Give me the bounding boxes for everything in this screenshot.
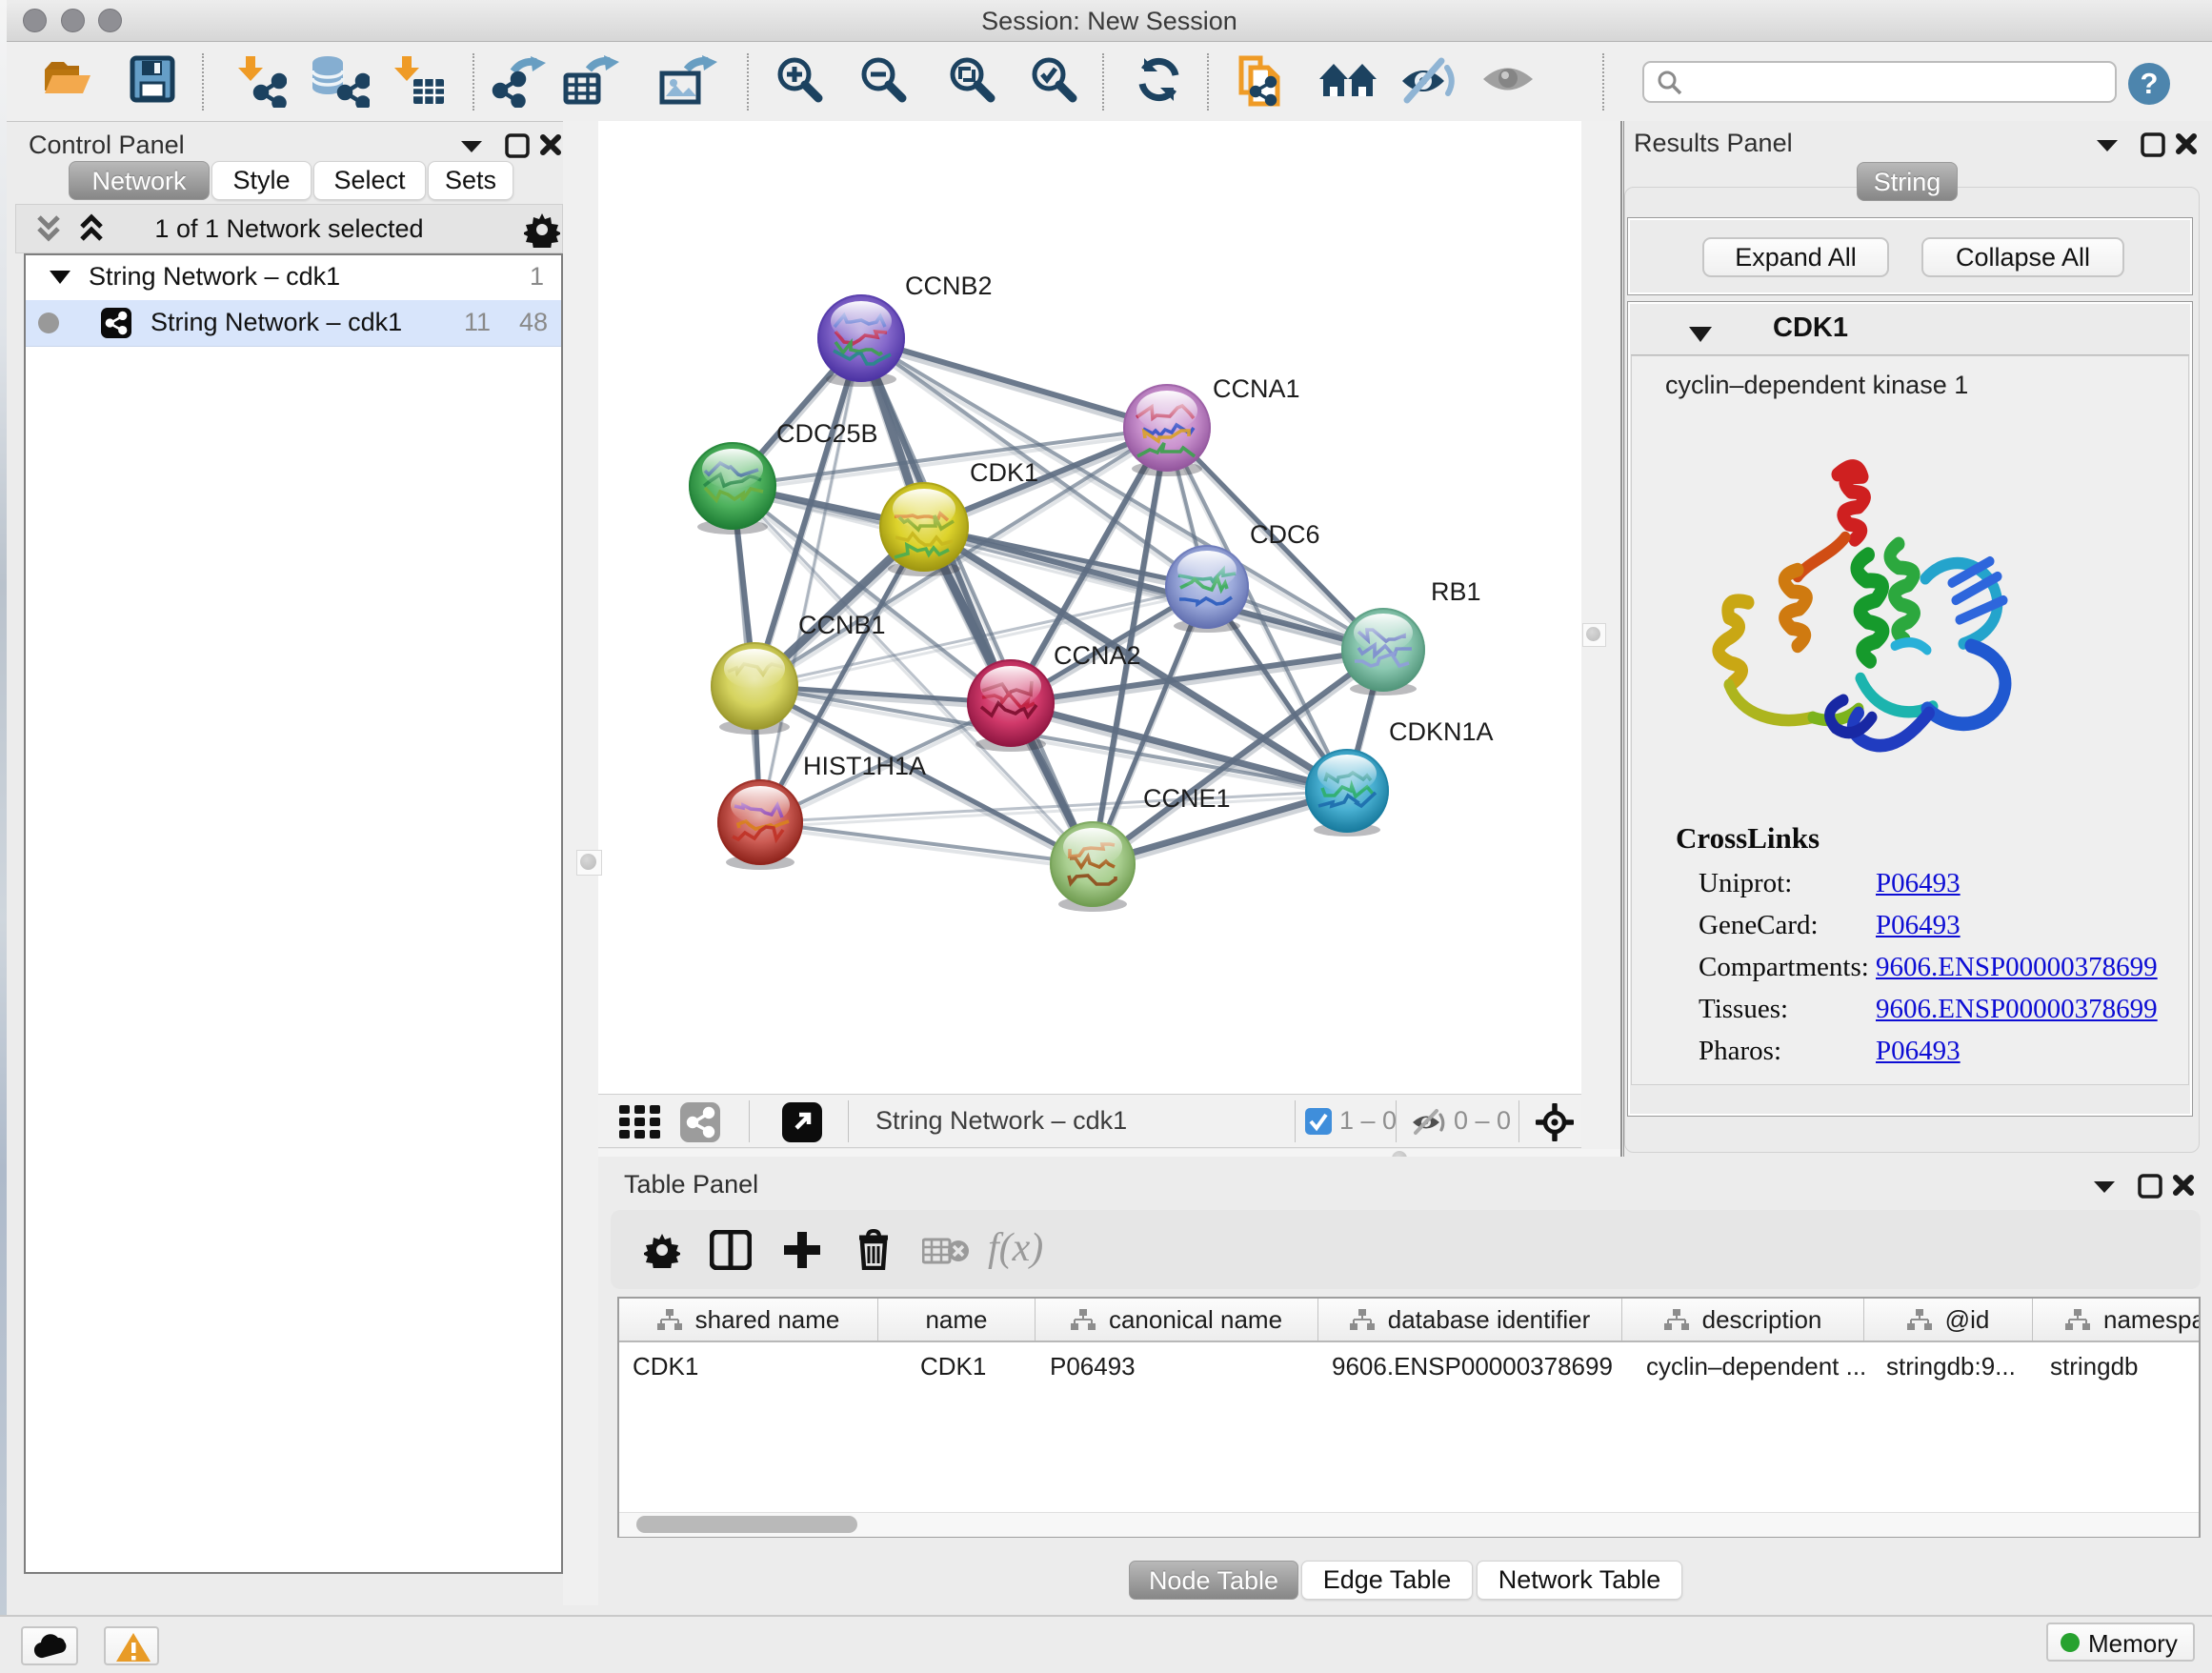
svg-text:CCNE1: CCNE1 (1143, 784, 1231, 813)
svg-text:CCNB1: CCNB1 (798, 611, 886, 639)
svg-text:?: ? (2141, 67, 2159, 100)
svg-text:RB1: RB1 (1431, 577, 1481, 606)
svg-text:CDC25B: CDC25B (776, 419, 878, 448)
svg-text:CDKN1A: CDKN1A (1389, 717, 1494, 746)
svg-text:CCNA1: CCNA1 (1213, 374, 1300, 403)
svg-text:CCNA2: CCNA2 (1054, 641, 1141, 670)
svg-text:CDC6: CDC6 (1250, 520, 1320, 549)
svg-text:HIST1H1A: HIST1H1A (803, 752, 926, 780)
svg-text:CDK1: CDK1 (970, 458, 1038, 487)
svg-text:CCNB2: CCNB2 (905, 272, 993, 300)
